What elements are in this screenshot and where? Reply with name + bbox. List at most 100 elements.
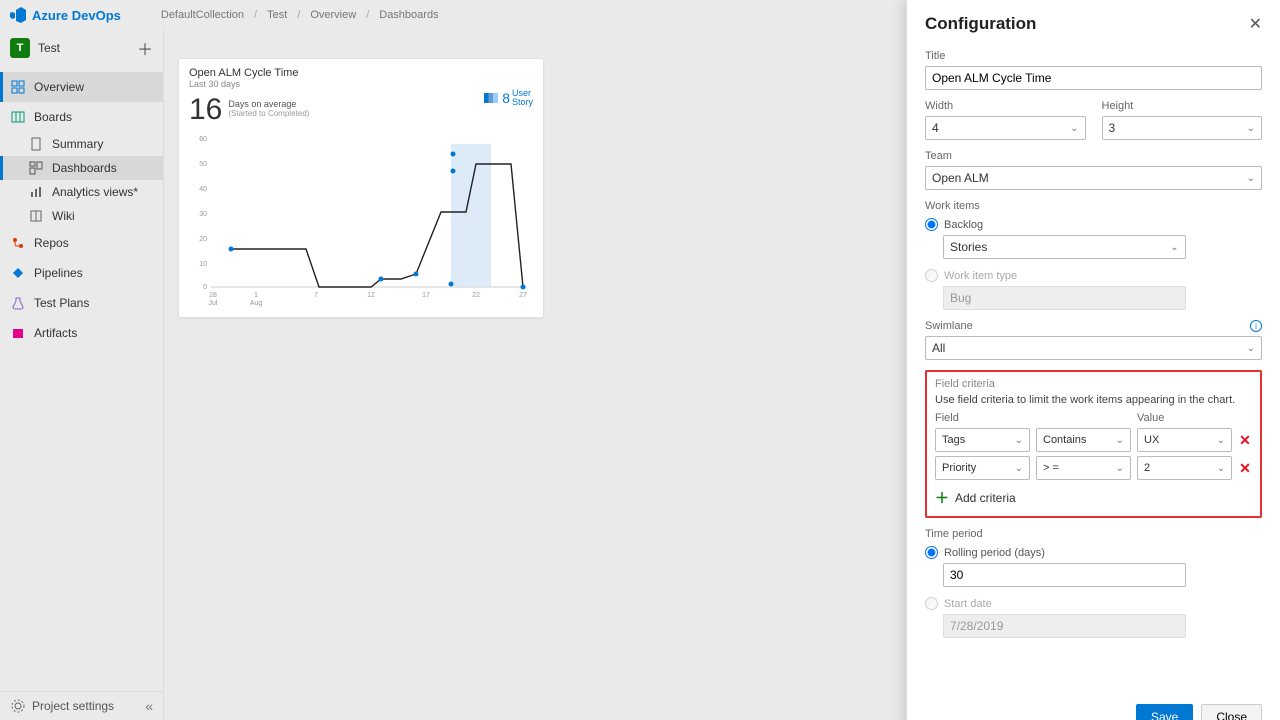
remove-criteria-icon[interactable]: ✕ — [1238, 460, 1252, 477]
repo-icon — [10, 235, 26, 251]
startdate-input: 7/28/2019 — [943, 614, 1186, 638]
brand[interactable]: Azure DevOps — [10, 7, 121, 23]
nav-pipelines[interactable]: Pipelines — [0, 258, 163, 288]
project-name: Test — [38, 41, 60, 55]
wit-radio[interactable]: Work item type — [925, 269, 1262, 282]
close-button[interactable]: Close — [1201, 704, 1262, 720]
info-icon[interactable]: i — [1250, 320, 1262, 332]
project-row[interactable]: T Test ＋ — [0, 30, 163, 66]
add-project-icon[interactable]: ＋ — [137, 36, 153, 60]
flask-icon — [10, 295, 26, 311]
widget-stat: 16 Days on average (Started to Completed… — [189, 95, 533, 125]
workitems-label: Work items — [925, 200, 1262, 212]
svg-text:20: 20 — [199, 236, 207, 243]
backlog-select[interactable]: Stories⌄ — [943, 235, 1186, 259]
plus-icon: ＋ — [935, 488, 949, 508]
stat-label: Days on average — [228, 99, 309, 109]
badge-num: 8 — [502, 90, 510, 106]
criteria-header: Field criteria — [935, 378, 1252, 390]
criteria-field-select[interactable]: Priority⌄ — [935, 456, 1030, 480]
swimlane-select[interactable]: All⌄ — [925, 336, 1262, 360]
svg-text:Aug: Aug — [250, 300, 263, 307]
crumb[interactable]: Overview — [310, 9, 356, 21]
save-button[interactable]: Save — [1136, 704, 1193, 720]
chevron-down-icon: ⌄ — [1070, 123, 1078, 134]
criteria-row: Tags⌄ Contains⌄ UX⌄ ✕ — [935, 428, 1252, 452]
team-select[interactable]: Open ALM⌄ — [925, 166, 1262, 190]
svg-text:40: 40 — [199, 186, 207, 193]
svg-text:Jul: Jul — [209, 300, 218, 307]
dashboard-canvas: Open ALM Cycle Time Last 30 days 16 Days… — [164, 30, 1280, 720]
svg-text:50: 50 — [199, 161, 207, 168]
nav-analytics[interactable]: Analytics views* — [0, 180, 163, 204]
crumb[interactable]: DefaultCollection — [161, 9, 244, 21]
rolling-radio[interactable]: Rolling period (days) — [925, 546, 1262, 559]
cycle-time-widget[interactable]: Open ALM Cycle Time Last 30 days 16 Days… — [178, 58, 544, 318]
chevron-down-icon: ⌄ — [1247, 343, 1255, 354]
nav-label: Pipelines — [34, 266, 83, 280]
nav: Overview Boards Summary Dashboards Analy… — [0, 72, 163, 348]
field-criteria-box: Field criteria Use field criteria to lim… — [925, 370, 1262, 518]
stat-sub: (Started to Completed) — [228, 109, 309, 118]
backlog-radio[interactable]: Backlog — [925, 218, 1262, 231]
svg-text:1: 1 — [254, 292, 258, 299]
widget-subtitle: Last 30 days — [189, 79, 533, 89]
svg-text:7: 7 — [314, 292, 318, 299]
settings-label: Project settings — [32, 699, 114, 713]
nav-wiki[interactable]: Wiki — [0, 204, 163, 228]
grid-icon — [10, 79, 26, 95]
nav-artifacts[interactable]: Artifacts — [0, 318, 163, 348]
azure-devops-icon — [10, 7, 26, 23]
nav-label: Boards — [34, 110, 72, 124]
criteria-row: Priority⌄ > =⌄ 2⌄ ✕ — [935, 456, 1252, 480]
dash-icon — [28, 160, 44, 176]
pipe-icon — [10, 265, 26, 281]
board-icon — [10, 109, 26, 125]
nav-dashboards[interactable]: Dashboards — [0, 156, 163, 180]
project-settings[interactable]: Project settings « — [0, 691, 163, 720]
svg-text:0: 0 — [203, 284, 207, 291]
svg-text:28: 28 — [209, 292, 217, 299]
nav-label: Analytics views* — [52, 185, 138, 199]
criteria-value-select[interactable]: 2⌄ — [1137, 456, 1232, 480]
svg-text:12: 12 — [367, 292, 375, 299]
criteria-op-select[interactable]: Contains⌄ — [1036, 428, 1131, 452]
chevron-left-icon[interactable]: « — [145, 698, 153, 714]
badge: 8 UserStory — [484, 89, 533, 107]
nav-label: Dashboards — [52, 161, 117, 175]
wit-select: Bug — [943, 286, 1186, 310]
crumb[interactable]: Test — [267, 9, 287, 21]
criteria-field-select[interactable]: Tags⌄ — [935, 428, 1030, 452]
nav-overview[interactable]: Overview — [0, 72, 163, 102]
title-input[interactable] — [925, 66, 1262, 90]
height-label: Height — [1102, 100, 1263, 112]
criteria-desc: Use field criteria to limit the work ite… — [935, 394, 1252, 406]
nav-repos[interactable]: Repos — [0, 228, 163, 258]
remove-criteria-icon[interactable]: ✕ — [1238, 432, 1252, 449]
chart-icon — [28, 184, 44, 200]
width-select[interactable]: 4⌄ — [925, 116, 1086, 140]
add-criteria-button[interactable]: ＋ Add criteria — [935, 488, 1252, 508]
widget-title: Open ALM Cycle Time — [189, 67, 533, 79]
height-select[interactable]: 3⌄ — [1102, 116, 1263, 140]
project-badge: T — [10, 38, 30, 58]
criteria-op-select[interactable]: > =⌄ — [1036, 456, 1131, 480]
crumb[interactable]: Dashboards — [379, 9, 438, 21]
nav-summary[interactable]: Summary — [0, 132, 163, 156]
criteria-value-select[interactable]: UX⌄ — [1137, 428, 1232, 452]
nav-label: Overview — [34, 80, 84, 94]
doc-icon — [28, 136, 44, 152]
close-icon[interactable]: ✕ — [1249, 14, 1262, 34]
nav-label: Wiki — [52, 209, 75, 223]
nav-testplans[interactable]: Test Plans — [0, 288, 163, 318]
nav-boards[interactable]: Boards — [0, 102, 163, 132]
chevron-down-icon: ⌄ — [1170, 242, 1178, 253]
rolling-input[interactable] — [943, 563, 1186, 587]
startdate-radio[interactable]: Start date — [925, 597, 1262, 610]
svg-text:22: 22 — [472, 292, 480, 299]
chevron-down-icon: ⌄ — [1247, 173, 1255, 184]
breadcrumb: DefaultCollection/ Test/ Overview/ Dashb… — [161, 9, 439, 21]
svg-text:10: 10 — [199, 261, 207, 268]
chart: 605040 3020100 2 — [189, 129, 533, 312]
gear-icon — [10, 698, 26, 714]
